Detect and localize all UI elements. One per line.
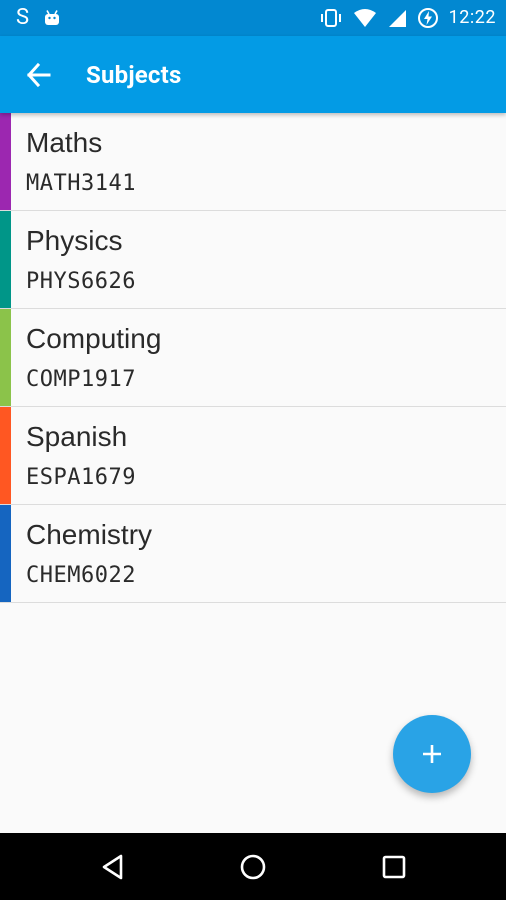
- subject-code: MATH3141: [26, 171, 136, 196]
- signal-icon: [387, 8, 407, 28]
- app-bar: Subjects: [0, 36, 506, 113]
- subject-name: Computing: [26, 323, 162, 354]
- page-title: Subjects: [86, 60, 182, 89]
- battery-charging-icon: [417, 7, 439, 29]
- status-left-group: S: [16, 0, 61, 36]
- vibrate-icon: [319, 8, 343, 28]
- android-notification-icon: [43, 9, 61, 27]
- list-item-physics[interactable]: Physics PHYS6626: [0, 211, 506, 309]
- subject-code: ESPA1679: [26, 465, 136, 490]
- navigation-bar: [0, 833, 506, 900]
- back-button[interactable]: [14, 50, 64, 100]
- nav-home-button[interactable]: [229, 843, 277, 891]
- subject-color-bar: [0, 113, 11, 210]
- arrow-back-icon: [26, 62, 51, 88]
- status-s-glyph: S: [16, 5, 30, 30]
- recents-square-icon: [382, 855, 406, 879]
- subject-color-bar: [0, 407, 11, 504]
- back-triangle-icon: [102, 854, 123, 880]
- subject-name: Spanish: [26, 421, 128, 452]
- list-item-chemistry[interactable]: Chemistry CHEM6022: [0, 505, 506, 603]
- subject-list: Maths MATH3141 Physics PHYS6626 Computin…: [0, 113, 506, 603]
- subject-code: COMP1917: [26, 367, 136, 392]
- subject-code: PHYS6626: [26, 269, 136, 294]
- wifi-icon: [353, 8, 377, 28]
- nav-back-button[interactable]: [89, 843, 137, 891]
- subject-name: Chemistry: [26, 519, 153, 550]
- add-subject-button[interactable]: [393, 715, 471, 793]
- list-item-spanish[interactable]: Spanish ESPA1679: [0, 407, 506, 505]
- status-time: 12:22: [448, 7, 496, 28]
- subject-color-bar: [0, 211, 11, 308]
- status-right-group: 12:22: [319, 0, 496, 36]
- subject-name: Maths: [26, 127, 103, 158]
- subject-color-bar: [0, 309, 11, 406]
- subject-name: Physics: [26, 225, 123, 256]
- nav-recents-button[interactable]: [370, 843, 418, 891]
- subject-code: CHEM6022: [26, 563, 136, 588]
- subject-color-bar: [0, 505, 11, 602]
- status-bar: S 12:22: [0, 0, 506, 36]
- plus-icon: [423, 745, 441, 763]
- list-item-maths[interactable]: Maths MATH3141: [0, 113, 506, 211]
- home-circle-icon: [240, 854, 266, 880]
- list-item-computing[interactable]: Computing COMP1917: [0, 309, 506, 407]
